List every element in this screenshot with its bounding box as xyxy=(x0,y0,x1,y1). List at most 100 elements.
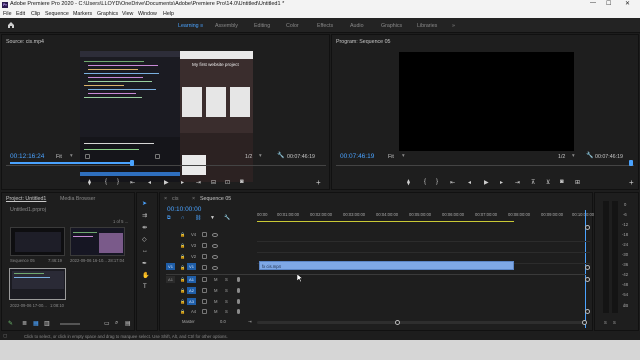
solo-left-button[interactable]: S xyxy=(604,320,607,325)
master-volume-value[interactable]: 0.0 xyxy=(220,319,226,324)
track-name[interactable]: A4 xyxy=(191,309,196,314)
timeline-vertical-scrollbar[interactable] xyxy=(585,225,590,315)
extract-icon[interactable]: ⊻ xyxy=(546,179,550,186)
solo-right-button[interactable]: S xyxy=(613,320,616,325)
tab-color[interactable]: Color xyxy=(286,23,299,29)
track-name[interactable]: V3 xyxy=(191,243,196,248)
ripple-edit-tool-icon[interactable]: ⇹ xyxy=(142,224,147,231)
timeline-timecode[interactable]: 00:10:00:00 xyxy=(167,206,201,213)
add-marker-icon[interactable]: ▼ xyxy=(210,215,215,221)
close-tab-icon[interactable]: × xyxy=(164,196,167,202)
program-time-ruler[interactable] xyxy=(336,165,634,166)
sync-lock-icon[interactable] xyxy=(202,277,207,282)
tab-effects[interactable]: Effects xyxy=(317,23,333,29)
menu-help[interactable]: Help xyxy=(163,11,174,17)
program-go-to-out-icon[interactable]: ⇥ xyxy=(515,179,520,186)
timeline-ruler[interactable]: 00:00 00:01:00:00 00:02:00:00 00:03:00:0… xyxy=(257,204,594,220)
lock-icon[interactable]: 🔒 xyxy=(180,288,185,294)
track-target-a1[interactable]: A1 xyxy=(187,276,196,283)
source-timecode[interactable]: 00:12:16:24 xyxy=(10,153,44,160)
media-browser-tab[interactable]: Media Browser xyxy=(60,196,95,202)
track-target-v1[interactable]: V1 xyxy=(187,263,196,270)
lock-icon[interactable]: 🔒 xyxy=(180,243,185,249)
more-workspaces-button[interactable]: » xyxy=(452,23,455,29)
mark-in-icon[interactable]: { xyxy=(105,179,107,185)
solo-button[interactable]: S xyxy=(225,299,228,304)
project-tab[interactable]: Project: Untitled1 xyxy=(6,196,46,202)
program-mark-out-icon[interactable]: } xyxy=(436,179,438,185)
step-forward-icon[interactable]: ▸ xyxy=(181,179,184,186)
program-zoom-dropdown-icon[interactable]: ▾ xyxy=(402,153,405,159)
lock-icon[interactable]: 🔒 xyxy=(180,265,185,271)
add-marker-icon[interactable]: ⧫ xyxy=(88,179,91,186)
go-to-in-icon[interactable]: ⇤ xyxy=(130,179,135,186)
freeform-view-icon[interactable]: ▥ xyxy=(44,320,50,327)
go-to-end-icon[interactable]: ⇥ xyxy=(248,319,252,324)
program-export-frame-icon[interactable]: ◙ xyxy=(560,179,564,185)
solo-button[interactable]: S xyxy=(225,277,228,282)
menu-view[interactable]: View xyxy=(122,11,133,17)
razor-tool-icon[interactable]: ◇ xyxy=(142,236,147,243)
timeline-horizontal-scrollbar[interactable] xyxy=(257,320,587,325)
track-select-tool-icon[interactable]: ⇉ xyxy=(142,212,147,219)
sync-lock-icon[interactable] xyxy=(202,309,207,314)
source-play-icon[interactable]: ▶ xyxy=(164,179,169,186)
menu-markers[interactable]: Markers xyxy=(73,11,92,17)
timeline-settings-icon[interactable]: 🔧 xyxy=(224,215,230,221)
program-resolution-select[interactable]: 1/2 xyxy=(558,154,565,160)
program-add-button-icon[interactable]: + xyxy=(629,178,634,187)
nest-icon[interactable]: ⧉ xyxy=(167,215,171,221)
export-frame-icon[interactable]: ◙ xyxy=(240,179,244,185)
thumbnail-recording-2[interactable] xyxy=(9,268,66,300)
program-play-icon[interactable]: ▶ xyxy=(484,179,489,186)
source-resolution-dropdown-icon[interactable]: ▾ xyxy=(259,153,262,159)
sync-lock-icon[interactable] xyxy=(202,288,207,293)
eye-icon[interactable] xyxy=(212,233,218,237)
thumbnail-recording-1[interactable] xyxy=(70,227,125,256)
solo-button[interactable]: S xyxy=(225,288,228,293)
go-to-out-icon[interactable]: ⇥ xyxy=(196,179,201,186)
insert-icon[interactable]: ⊟ xyxy=(211,179,216,186)
tab-libraries[interactable]: Libraries xyxy=(417,23,437,29)
tab-audio[interactable]: Audio xyxy=(350,23,364,29)
menu-graphics[interactable]: Graphics xyxy=(97,11,118,17)
source-patch-v1[interactable]: V1 xyxy=(166,263,175,270)
mute-button[interactable]: M xyxy=(214,299,218,304)
menu-window[interactable]: Window xyxy=(138,11,157,17)
tab-graphics[interactable]: Graphics xyxy=(381,23,402,29)
sync-lock-icon[interactable] xyxy=(202,299,207,304)
pencil-icon[interactable]: ✎ xyxy=(8,320,13,327)
learning-menu-icon[interactable]: ≡ xyxy=(200,23,203,29)
search-icon[interactable]: ⌕ xyxy=(115,320,118,327)
source-settings-icon[interactable] xyxy=(85,154,90,159)
mute-button[interactable]: M xyxy=(214,288,218,293)
overwrite-icon[interactable]: ⊡ xyxy=(225,179,230,186)
pen-tool-icon[interactable]: ✒ xyxy=(142,260,147,267)
microphone-icon[interactable] xyxy=(237,288,240,293)
tab-editing[interactable]: Editing xyxy=(254,23,270,29)
tab-sequence-05[interactable]: Sequence 05 xyxy=(200,196,231,202)
new-bin-icon[interactable]: ▭ xyxy=(104,320,110,327)
zoom-slider[interactable] xyxy=(60,323,80,325)
program-monitor-title[interactable]: Program: Sequence 05 xyxy=(336,39,390,45)
lift-icon[interactable]: ⊼ xyxy=(531,179,535,186)
eye-icon[interactable] xyxy=(212,255,218,259)
home-icon[interactable] xyxy=(7,21,15,29)
source-time-ruler[interactable] xyxy=(6,165,326,166)
comparison-view-icon[interactable]: ⊞ xyxy=(575,179,580,186)
step-back-icon[interactable]: ◂ xyxy=(148,179,151,186)
work-area-bar[interactable] xyxy=(257,221,514,222)
tab-cis[interactable]: cis xyxy=(172,196,178,202)
menu-sequence[interactable]: Sequence xyxy=(45,11,69,17)
menu-edit[interactable]: Edit xyxy=(16,11,25,17)
track-name[interactable]: V2 xyxy=(191,254,196,259)
mute-button[interactable]: M xyxy=(214,277,218,282)
lock-icon[interactable]: 🔒 xyxy=(180,299,185,305)
program-resolution-dropdown-icon[interactable]: ▾ xyxy=(572,153,575,159)
sync-lock-icon[interactable] xyxy=(202,265,207,270)
slip-tool-icon[interactable]: ↔ xyxy=(142,248,148,254)
source-drag-video-icon[interactable] xyxy=(155,154,160,159)
microphone-icon[interactable] xyxy=(237,299,240,304)
source-wrench-icon[interactable]: 🔧 xyxy=(277,152,284,159)
eye-icon[interactable] xyxy=(212,266,218,270)
